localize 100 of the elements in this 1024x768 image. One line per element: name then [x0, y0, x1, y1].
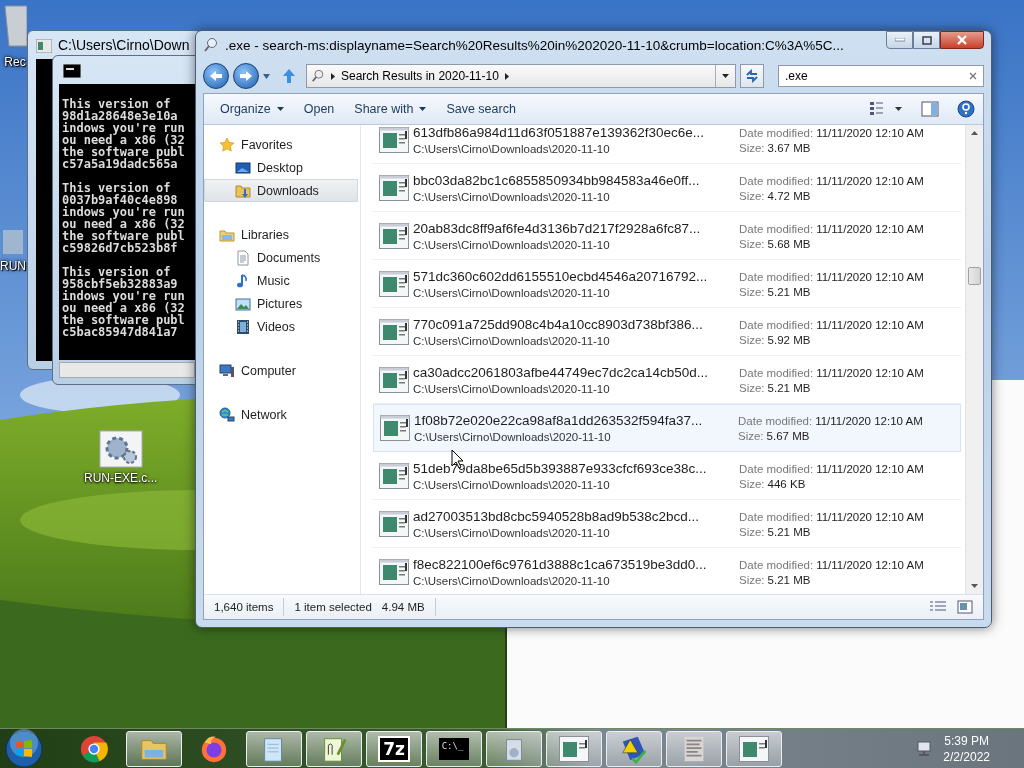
console-line: 98d1a28648e3e10a: [62, 110, 179, 122]
date-value: 11/11/2020 12:10 AM: [816, 222, 924, 235]
help-icon: [957, 100, 975, 118]
date-value: 11/11/2020 12:10 AM: [816, 366, 924, 379]
document-thumbnail-icon[interactable]: [666, 730, 722, 767]
file-row[interactable]: 770c091a725dd908c4b4a10cc8903d738bf386... C:\Users\Cirno\Downloads\2020-11-10 Date modified: 11/11/2020 12:10 AM Size: 5.92 MB: [373, 308, 961, 356]
desktop-icon-label: Rec: [4, 55, 26, 69]
file-path: C:\Users\Cirno\Downloads\2020-11-10: [413, 479, 611, 491]
clock[interactable]: 5:39 PM 2/2/2022: [943, 733, 990, 764]
nav-item[interactable]: Documents: [204, 246, 358, 269]
nav-item[interactable]: Libraries: [204, 223, 358, 246]
preview-pane-button[interactable]: [921, 99, 939, 119]
scroll-down-icon[interactable]: [971, 584, 978, 588]
program-icon[interactable]: [726, 730, 782, 767]
computer-icon: [219, 362, 235, 379]
nav-item[interactable]: Music: [204, 269, 358, 292]
toolbar-button[interactable]: Share with: [346, 98, 435, 120]
dropdown-arrow-icon[interactable]: [263, 73, 270, 79]
chevron-icon: [504, 72, 509, 80]
back-arrow-icon: [209, 70, 223, 82]
gears-icon[interactable]: [98, 430, 143, 468]
size-label: Size:: [739, 285, 765, 298]
nav-item[interactable]: Computer: [204, 359, 358, 382]
size-label: Size:: [739, 381, 765, 394]
console-line: indows you're run: [62, 122, 186, 134]
size-value: 3.67 MB: [767, 141, 811, 154]
network-icon[interactable]: [915, 739, 934, 758]
nav-item[interactable]: Desktop: [204, 156, 358, 179]
maximize-button[interactable]: [913, 31, 940, 49]
search-text: .exe: [785, 69, 809, 83]
program-icon: [379, 175, 409, 201]
search-icon: [311, 69, 325, 83]
close-button[interactable]: [940, 31, 984, 49]
size-label: Size:: [738, 429, 764, 442]
toolbar-button[interactable]: Organize: [212, 98, 292, 120]
date-value: 11/11/2020 12:10 AM: [816, 126, 924, 139]
console-line: This version of: [62, 98, 171, 110]
file-name: 770c091a725dd908c4b4a10cc8903d738bf386...: [413, 317, 704, 332]
console-line: ou need a x86 (32: [62, 218, 186, 230]
file-row[interactable]: ad27003513bd8cbc5940528b8ad9b538c2bcd... C:\Users\Cirno\Downloads\2020-11-10 Date modified: 11/11/2020 12:10 AM Size: 5.21 MB: [373, 500, 961, 548]
file-row[interactable]: 51deb79da8be65d5b393887e933cfcf693ce38c... C:\Users\Cirno\Downloads\2020-11-10 Date modified: 11/11/2020 12:10 AM Size: 446 KB: [373, 452, 961, 500]
file-path: C:\Users\Cirno\Downloads\2020-11-10: [413, 239, 611, 251]
size-label: Size:: [739, 141, 765, 154]
item-count: 1,640 items: [214, 601, 274, 613]
refresh-button[interactable]: [740, 64, 764, 88]
taskbar-button[interactable]: 7z: [366, 730, 422, 767]
toolbar-button[interactable]: Save search: [438, 98, 524, 120]
date-value: 11/11/2020 12:10 AM: [816, 462, 924, 475]
notepad-icon[interactable]: [246, 730, 302, 767]
console-icon: [63, 64, 81, 78]
help-button[interactable]: [957, 99, 975, 119]
date-label: Date modified:: [739, 222, 814, 235]
forward-button[interactable]: [233, 63, 259, 89]
editor-icon[interactable]: [306, 730, 362, 767]
date-value: 11/11/2020 12:10 AM: [816, 270, 924, 283]
program-icon[interactable]: [546, 730, 602, 767]
search-icon: [203, 37, 219, 53]
nav-item[interactable]: Videos: [204, 315, 358, 338]
nav-item[interactable]: Favorites: [204, 133, 358, 156]
nav-item[interactable]: Network: [204, 403, 358, 426]
start-button[interactable]: [4, 728, 44, 768]
file-name: 51deb79da8be65d5b393887e933cfcf693ce38c...: [413, 461, 708, 476]
nav-item[interactable]: Downloads: [204, 179, 358, 202]
file-path: C:\Users\Cirno\Downloads\2020-11-10: [413, 335, 611, 347]
close-icon[interactable]: [969, 72, 977, 80]
warning-icon[interactable]: [606, 730, 662, 767]
program-icon: [379, 127, 409, 153]
address-bar[interactable]: Search Results in 2020-11-10: [306, 64, 736, 88]
file-path: C:\Users\Cirno\Downloads\2020-11-10: [413, 191, 611, 203]
file-row[interactable]: 1f08b72e020e22ca98af8a1dd263532f594fa37... C:\Users\Cirno\Downloads\2020-11-10 Date modified: 11/11/2020 12:10 AM Size: 5.67 MB: [373, 404, 961, 452]
scrollbar-thumb[interactable]: [968, 267, 981, 285]
date-label: Date modified:: [739, 174, 814, 187]
search-field[interactable]: .exe: [778, 65, 984, 87]
file-name: 571dc360c602dd6155510ecbd4546a20716792...: [413, 269, 709, 284]
desktop-icon: [235, 159, 251, 176]
folder-download-icon: [235, 182, 251, 199]
forward-arrow-icon: [239, 70, 253, 82]
desktop-icon-label: RUN-EXE.c...: [84, 471, 158, 485]
horizontal-scrollbar[interactable]: [59, 362, 195, 378]
console-icon[interactable]: C:\_: [438, 737, 470, 760]
file-row[interactable]: 613dfb86a984d11d63f051887e139362f30ec6e... C:\Users\Cirno\Downloads\2020-11-10 Date modified: 11/11/2020 12:10 AM Size: 3.67 MB: [373, 125, 961, 164]
console-line: c59826d7cb523b8f: [62, 242, 178, 254]
sevenzip-icon[interactable]: 7z: [378, 735, 410, 762]
installer-icon[interactable]: [486, 730, 542, 767]
minimize-button[interactable]: [886, 31, 913, 49]
tiles-view-icon[interactable]: [957, 600, 973, 614]
breadcrumb[interactable]: Search Results in 2020-11-10: [341, 69, 499, 83]
list-view-icon: [869, 101, 903, 117]
nav-item[interactable]: Pictures: [204, 292, 358, 315]
file-name: 20ab83dc8ff9af6fe4d3136b7d217f2928a6fc87...: [413, 221, 702, 236]
back-button[interactable]: [203, 63, 229, 89]
console-icon: [36, 39, 52, 53]
taskbar-button[interactable]: C:\_: [426, 730, 482, 767]
vertical-scrollbar[interactable]: [965, 125, 983, 594]
toolbar-button[interactable]: Open: [295, 98, 343, 120]
file-row[interactable]: 20ab83dc8ff9af6fe4d3136b7d217f2928a6fc87... C:\Users\Cirno\Downloads\2020-11-10 Date modified: 11/11/2020 12:10 AM Size: 5.68 MB: [373, 212, 961, 260]
folder-icon[interactable]: [126, 730, 182, 767]
file-row[interactable]: 571dc360c602dd6155510ecbd4546a20716792... C:\Users\Cirno\Downloads\2020-11-10 Date modified: 11/11/2020 12:10 AM Size: 5.21 MB: [373, 260, 961, 308]
file-row[interactable]: bbc03da82bc1c6855850934bb984583a46e0ff... C:\Users\Cirno\Downloads\2020-11-10 Date modified: 11/11/2020 12:10 AM Size: 4.72 MB: [373, 164, 961, 212]
scroll-up-icon[interactable]: [971, 131, 978, 135]
